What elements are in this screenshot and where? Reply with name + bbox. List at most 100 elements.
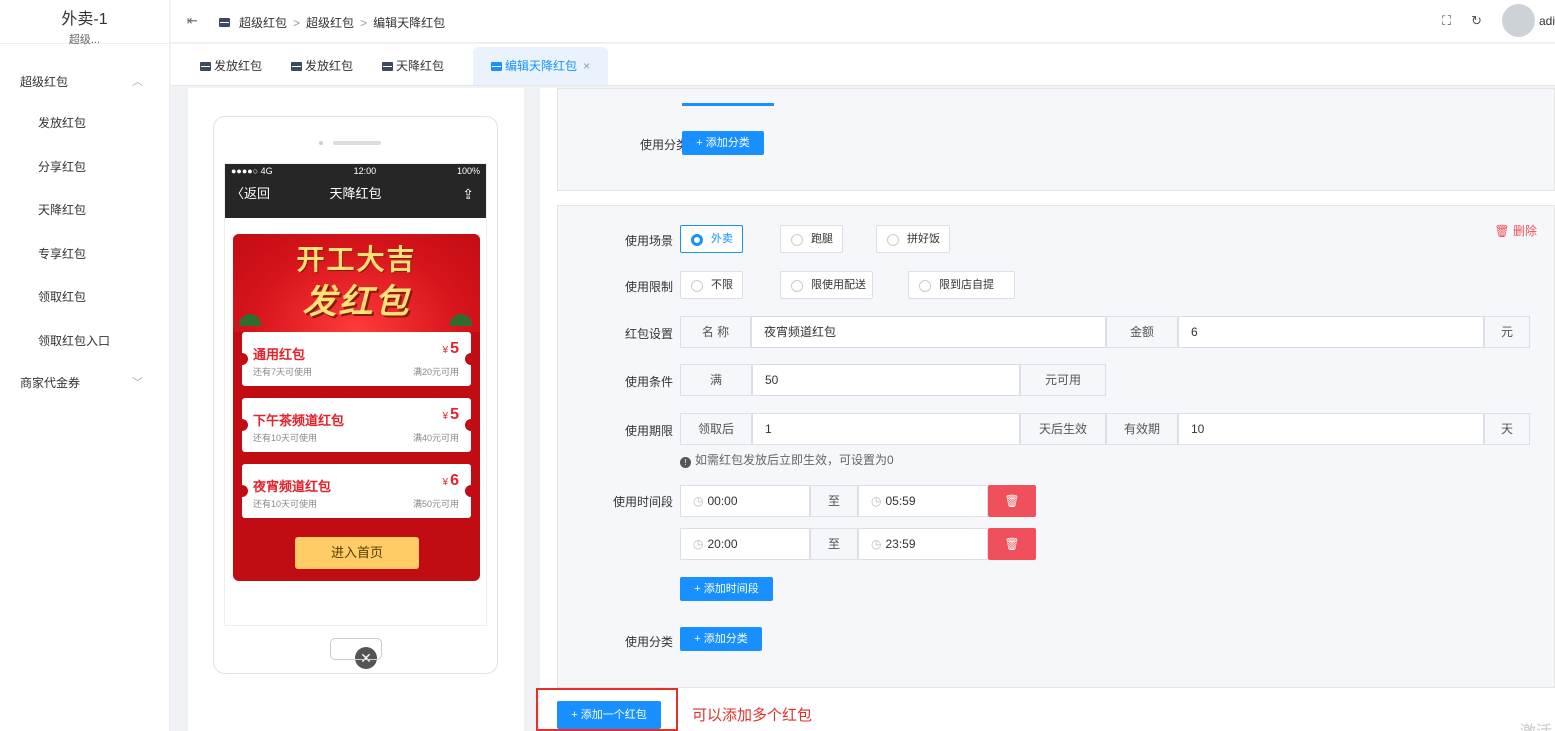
coupon-amount-value: 5 xyxy=(450,340,459,357)
delete-packet-button[interactable]: 🗑 删除 xyxy=(1494,222,1537,239)
sidebar: 外卖-1 超级... 超级红包 ︿ 发放红包 分享红包 天降红包 专享红包 领取… xyxy=(0,0,170,731)
radio-limit-none[interactable]: 不限 xyxy=(680,271,743,299)
form-area: 使用分类 + 添加分类 🗑 删除 使用场景 外卖 跑腿 拼好饭 使用限制 不限 … xyxy=(536,88,1555,731)
menu-item-receive-packet[interactable]: 领取红包 xyxy=(0,276,169,320)
phone-screen: ●●●●○ 4G 12:00 100% 〈返回 天降红包 ⇪ 开工大吉 发红包 xyxy=(224,163,487,669)
menu-group-label: 商家代金券 xyxy=(20,376,81,390)
add-packet-button[interactable]: + 添加一个红包 xyxy=(557,701,661,729)
effective-days-input[interactable]: 1 xyxy=(752,413,1020,445)
brand-title: 外卖-1 xyxy=(61,11,108,28)
tab-issue-packet-1[interactable]: 发放红包 xyxy=(200,47,277,85)
clock-icon: ◷ xyxy=(871,494,882,508)
coupon-name: 夜宵频道红包 xyxy=(253,479,332,494)
breadcrumb-separator: > xyxy=(293,15,301,30)
radio-limit-pickup[interactable]: 限到店自提 xyxy=(908,271,1015,299)
condition-prefix: 满 xyxy=(680,364,752,396)
time-end-input[interactable]: ◷ 23:59 xyxy=(858,528,988,560)
phone-nav-bar: 〈返回 天降红包 ⇪ xyxy=(225,178,486,218)
breadcrumb-item[interactable]: 超级红包 xyxy=(239,14,287,31)
menu-group-vouchers[interactable]: 商家代金券 ﹀ xyxy=(0,363,169,403)
activation-watermark: 激活 Windows xyxy=(1520,718,1555,731)
menu-item-sky-packet[interactable]: 天降红包 xyxy=(0,189,169,233)
menu-item-share-packet[interactable]: 分享红包 xyxy=(0,146,169,190)
time-start-input[interactable]: ◷ 20:00 xyxy=(680,528,810,560)
preview-panel: ●●●●○ 4G 12:00 100% 〈返回 天降红包 ⇪ 开工大吉 发红包 xyxy=(188,88,524,731)
time-end-input[interactable]: ◷ 05:59 xyxy=(858,485,988,517)
radio-limit-delivery[interactable]: 限使用配送 xyxy=(780,271,873,299)
field-label: 使用分类 xyxy=(624,635,673,649)
enter-home-button[interactable]: 进入首页 xyxy=(295,537,419,569)
radio-scene-takeout[interactable]: 外卖 xyxy=(680,225,743,253)
chevron-up-icon: ︿ xyxy=(132,76,143,88)
tab-label: 编辑天降红包 xyxy=(505,59,578,73)
radio-scene-group-meal[interactable]: 拼好饭 xyxy=(876,225,950,253)
time-value: 05:59 xyxy=(885,494,916,508)
delete-time-button[interactable]: 🗑 xyxy=(988,485,1036,517)
phone-frame: ●●●●○ 4G 12:00 100% 〈返回 天降红包 ⇪ 开工大吉 发红包 xyxy=(213,116,498,674)
tab-bar: 发放红包 发放红包 天降红包 编辑天降红包 × xyxy=(171,44,1555,86)
clock-icon: ◷ xyxy=(693,494,704,508)
time-value: 23:59 xyxy=(885,537,916,551)
condition-amount-input[interactable]: 50 xyxy=(752,364,1020,396)
amount-unit: 元 xyxy=(1484,316,1530,348)
time-value: 20:00 xyxy=(707,537,738,551)
coupon-amount-value: 5 xyxy=(450,406,459,423)
breadcrumb-item[interactable]: 超级红包 xyxy=(306,14,354,31)
envelope-icon xyxy=(200,62,211,71)
menu-group-super-packet[interactable]: 超级红包 ︿ xyxy=(0,62,169,102)
tab-issue-packet-2[interactable]: 发放红包 xyxy=(291,47,368,85)
tab-edit-sky-packet[interactable]: 编辑天降红包 × xyxy=(473,47,609,85)
time-separator: 至 xyxy=(810,485,858,517)
valid-addon: 有效期 xyxy=(1106,413,1178,445)
share-icon[interactable]: ⇪ xyxy=(462,178,474,210)
header-actions: ⛶ ↻ adi xyxy=(1442,4,1555,37)
field-label: 使用期限 xyxy=(624,424,673,438)
clock-icon: ◷ xyxy=(871,537,882,551)
tab-sky-packet[interactable]: 天降红包 xyxy=(382,47,459,85)
avatar[interactable] xyxy=(1502,4,1535,37)
phone-status-bar: ●●●●○ 4G 12:00 100% xyxy=(225,164,486,178)
scroll-cut-button-edge xyxy=(682,103,774,106)
tab-label: 天降红包 xyxy=(396,59,445,73)
coupon-name: 通用红包 xyxy=(253,347,306,362)
chevron-down-icon: ﹀ xyxy=(132,377,143,389)
envelope-icon xyxy=(219,18,230,27)
valid-unit: 天 xyxy=(1484,413,1530,445)
add-category-button[interactable]: + 添加分类 xyxy=(682,131,764,155)
fullscreen-icon[interactable]: ⛶ xyxy=(1442,13,1451,29)
field-label: 红包设置 xyxy=(624,327,673,341)
menu-item-receive-entry[interactable]: 领取红包入口 xyxy=(0,320,169,364)
menu-item-issue-packet[interactable]: 发放红包 xyxy=(0,102,169,146)
packet-card-previous: 使用分类 + 添加分类 xyxy=(557,88,1555,191)
menu-item-exclusive-packet[interactable]: 专享红包 xyxy=(0,233,169,277)
packet-name-input[interactable]: 夜宵频道红包 xyxy=(751,316,1106,348)
trash-icon: 🗑 xyxy=(1004,537,1020,551)
period-prefix: 领取后 xyxy=(680,413,752,445)
radio-scene-errand[interactable]: 跑腿 xyxy=(780,225,843,253)
time-start-input[interactable]: ◷ 00:00 xyxy=(680,485,810,517)
packet-card: 🗑 删除 使用场景 外卖 跑腿 拼好饭 使用限制 不限 限使用配送 限到店自提 … xyxy=(557,205,1555,688)
coupon-amount: ¥5 xyxy=(443,340,459,358)
currency-symbol: ¥ xyxy=(442,477,449,488)
delete-time-button[interactable]: 🗑 xyxy=(988,528,1036,560)
close-icon[interactable]: × xyxy=(583,59,590,73)
clock-text: 12:00 xyxy=(353,166,377,176)
poster-headline: 开工大吉 xyxy=(296,243,417,276)
field-label: 使用限制 xyxy=(624,280,673,294)
field-label: 使用条件 xyxy=(624,375,673,389)
coupon-condition: 满20元可用 xyxy=(412,367,459,377)
info-icon: ! xyxy=(680,457,691,468)
breadcrumb-item-current: 编辑天降红包 xyxy=(373,16,446,30)
coupon-card: 夜宵频道红包 ¥6 还有10天可使用 满50元可用 xyxy=(236,464,477,518)
add-time-range-button[interactable]: + 添加时间段 xyxy=(680,577,773,601)
field-label: 使用分类 xyxy=(639,138,688,152)
coupon-amount: ¥6 xyxy=(443,472,459,490)
valid-days-input[interactable]: 10 xyxy=(1178,413,1484,445)
username[interactable]: adi xyxy=(1539,14,1555,28)
add-category-button[interactable]: + 添加分类 xyxy=(680,627,762,651)
coupon-validity: 还有10天可使用 xyxy=(253,433,318,443)
packet-amount-input[interactable]: 6 xyxy=(1178,316,1484,348)
top-header: ⇤ 超级红包 > 超级红包 > 编辑天降红包 ⛶ ↻ adi xyxy=(171,0,1555,43)
refresh-icon[interactable]: ↻ xyxy=(1471,13,1482,29)
menu-fold-icon[interactable]: ⇤ xyxy=(187,13,198,29)
